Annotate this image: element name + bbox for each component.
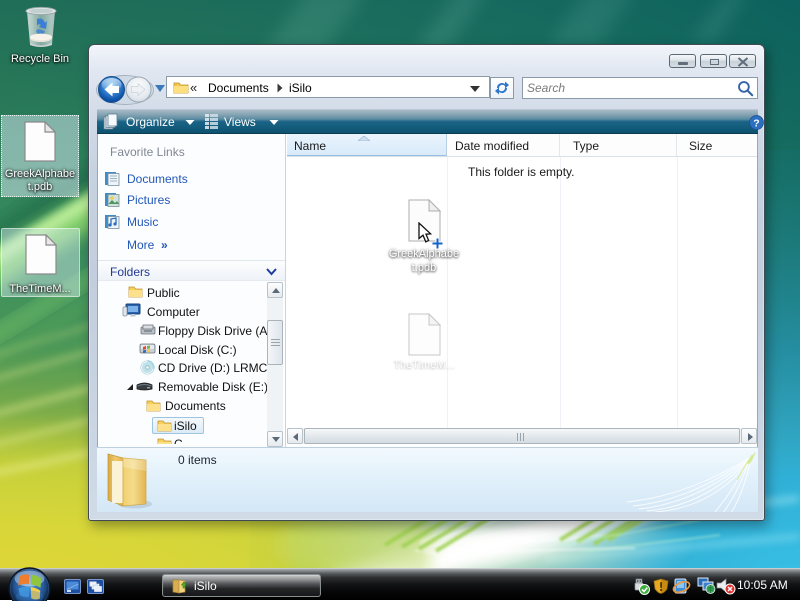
svg-text:?: ? (753, 117, 759, 129)
